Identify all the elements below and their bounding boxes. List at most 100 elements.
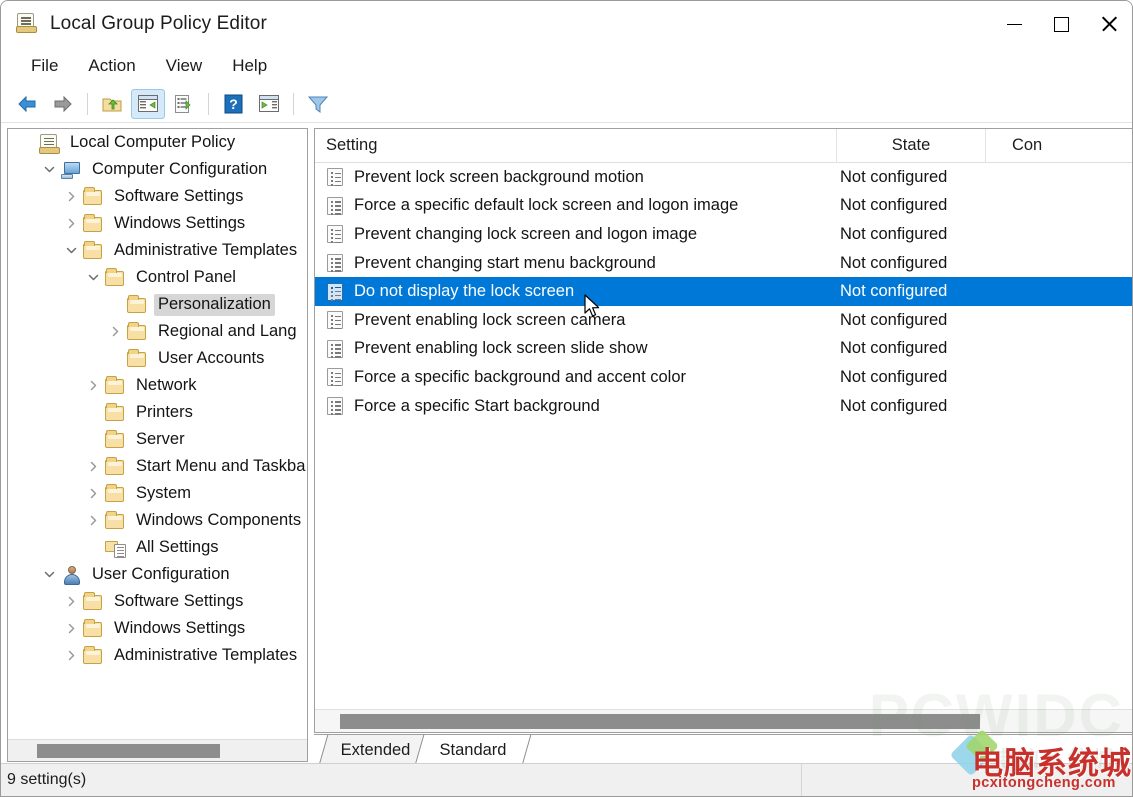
forward-icon[interactable]	[46, 89, 80, 119]
settings-row[interactable]: Do not display the lock screen Not config…	[315, 277, 1132, 306]
back-icon[interactable]	[10, 89, 44, 119]
tree-node-software-settings[interactable]: Software Settings	[8, 588, 307, 615]
close-button[interactable]	[1085, 1, 1132, 47]
export-list-icon[interactable]	[167, 89, 201, 119]
tree-node-server[interactable]: Server	[8, 426, 307, 453]
help-icon[interactable]: ?	[216, 89, 250, 119]
tree-node-label: Administrative Templates	[114, 645, 298, 664]
setting-name-label: Prevent lock screen background motion	[354, 167, 644, 186]
list-scrollbar-thumb[interactable]	[340, 714, 980, 729]
policy-setting-icon	[326, 339, 345, 359]
policy-setting-icon	[326, 310, 345, 330]
menu-file[interactable]: File	[19, 53, 70, 79]
minimize-button[interactable]	[991, 1, 1038, 47]
setting-state-cell: Not configured	[840, 282, 948, 301]
setting-state-cell: Not configured	[840, 253, 948, 272]
tree-node-label: Windows Settings	[114, 213, 246, 232]
tree-node-software-settings[interactable]: Software Settings	[8, 183, 307, 210]
settings-row[interactable]: Force a specific background and accent c…	[315, 363, 1132, 392]
chevron-down-icon[interactable]	[60, 237, 82, 264]
menu-help[interactable]: Help	[220, 53, 279, 79]
column-header-state[interactable]: State	[836, 129, 985, 163]
column-header-comment[interactable]: Con	[984, 129, 1132, 163]
chevron-down-icon[interactable]	[38, 561, 60, 588]
tree-node-label: Windows Components	[136, 510, 302, 529]
tree-horizontal-scrollbar[interactable]	[8, 739, 307, 761]
title-bar: Local Group Policy Editor	[1, 1, 1132, 47]
chevron-right-icon[interactable]	[82, 453, 104, 480]
setting-name-cell: Prevent changing lock screen and logon i…	[315, 224, 840, 244]
policy-scroll-icon	[15, 12, 37, 36]
chevron-right-icon[interactable]	[60, 183, 82, 210]
policy-setting-icon	[326, 196, 345, 216]
tree-scrollbar-thumb[interactable]	[37, 744, 220, 758]
settings-row[interactable]: Prevent changing lock screen and logon i…	[315, 220, 1132, 249]
chevron-right-icon[interactable]	[60, 615, 82, 642]
settings-row[interactable]: Prevent enabling lock screen camera Not c…	[315, 306, 1132, 335]
tree-node-user-accounts[interactable]: User Accounts	[8, 345, 307, 372]
tree-node-start-menu-and-taskba[interactable]: Start Menu and Taskba	[8, 453, 307, 480]
menu-view[interactable]: View	[154, 53, 215, 79]
tree-node-administrative-templates[interactable]: Administrative Templates	[8, 642, 307, 669]
tree-node-windows-settings[interactable]: Windows Settings	[8, 210, 307, 237]
status-bar: 9 setting(s)	[1, 763, 1132, 796]
tree-node-administrative-templates[interactable]: Administrative Templates	[8, 237, 307, 264]
tree-node-regional-and-lang[interactable]: Regional and Lang	[8, 318, 307, 345]
up-one-level-icon[interactable]	[95, 89, 129, 119]
chevron-down-icon[interactable]	[38, 156, 60, 183]
tree-node-computer-configuration[interactable]: Computer Configuration	[8, 156, 307, 183]
tab-standard[interactable]: Standard	[414, 735, 532, 765]
setting-state-cell: Not configured	[840, 339, 948, 358]
tree-node-control-panel[interactable]: Control Panel	[8, 264, 307, 291]
tree-node-windows-settings[interactable]: Windows Settings	[8, 615, 307, 642]
column-header-setting[interactable]: Setting	[315, 129, 836, 163]
maximize-button[interactable]	[1038, 1, 1085, 47]
chevron-placeholder	[82, 426, 104, 453]
settings-row[interactable]: Prevent lock screen background motion Not…	[315, 163, 1132, 192]
folder-icon	[126, 322, 148, 342]
chevron-right-icon[interactable]	[82, 372, 104, 399]
tree-node-network[interactable]: Network	[8, 372, 307, 399]
tree-node-label: Printers	[136, 402, 193, 421]
tree-node-local-computer-policy[interactable]: Local Computer Policy	[8, 129, 307, 156]
chevron-placeholder	[104, 291, 126, 318]
tree-node-system[interactable]: System	[8, 480, 307, 507]
policy-setting-icon	[326, 396, 345, 416]
setting-name-cell: Force a specific background and accent c…	[315, 367, 840, 387]
settings-row[interactable]: Force a specific default lock screen and…	[315, 192, 1132, 221]
folder-icon	[104, 403, 126, 423]
show-hide-console-tree-icon[interactable]	[131, 88, 165, 119]
chevron-right-icon[interactable]	[60, 642, 82, 669]
tree-node-label: Control Panel	[136, 267, 236, 286]
setting-name-label: Force a specific Start background	[354, 396, 600, 415]
tree-node-all-settings[interactable]: All Settings	[8, 534, 307, 561]
tree-node-label: Network	[136, 375, 197, 394]
tree-node-label: User Accounts	[158, 348, 265, 367]
list-horizontal-scrollbar[interactable]	[315, 709, 1132, 732]
tab-standard-label: Standard	[439, 740, 507, 759]
tree-node-personalization[interactable]: Personalization	[8, 291, 307, 318]
tree-node-user-configuration[interactable]: User Configuration	[8, 561, 307, 588]
chevron-right-icon[interactable]	[82, 480, 104, 507]
show-hide-action-pane-icon[interactable]	[252, 89, 286, 119]
chevron-right-icon[interactable]	[82, 507, 104, 534]
tree-node-printers[interactable]: Printers	[8, 399, 307, 426]
chevron-right-icon[interactable]	[60, 210, 82, 237]
filter-icon[interactable]	[301, 89, 335, 119]
setting-name-cell: Prevent enabling lock screen slide show	[315, 339, 840, 359]
tab-extended-label: Extended	[340, 740, 411, 759]
settings-row[interactable]: Prevent changing start menu background No…	[315, 249, 1132, 278]
tree-node-windows-components[interactable]: Windows Components	[8, 507, 307, 534]
menu-action[interactable]: Action	[76, 53, 147, 79]
window-title: Local Group Policy Editor	[50, 13, 267, 34]
folder-icon	[104, 376, 126, 396]
setting-state-cell: Not configured	[840, 196, 948, 215]
settings-row[interactable]: Prevent enabling lock screen slide show N…	[315, 335, 1132, 364]
tab-extended[interactable]: Extended	[318, 735, 433, 765]
tree-node-label: Local Computer Policy	[70, 132, 236, 151]
setting-name-cell: Prevent enabling lock screen camera	[315, 310, 840, 330]
chevron-down-icon[interactable]	[82, 264, 104, 291]
chevron-right-icon[interactable]	[104, 318, 126, 345]
settings-row[interactable]: Force a specific Start background Not con…	[315, 392, 1132, 421]
chevron-right-icon[interactable]	[60, 588, 82, 615]
